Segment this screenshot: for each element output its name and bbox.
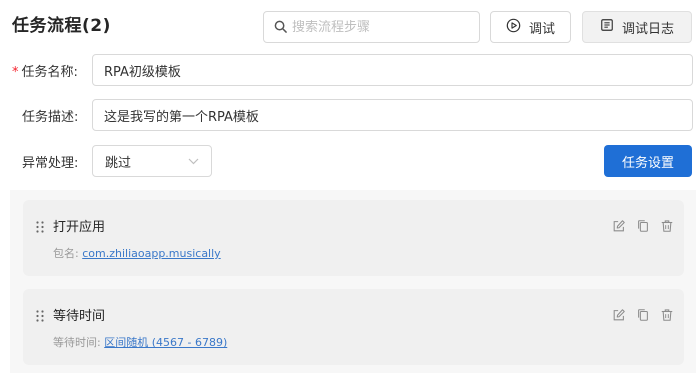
step-meta-label: 等待时间:	[53, 336, 101, 349]
debug-log-button-label: 调试日志	[621, 21, 674, 37]
step-meta-link[interactable]: com.zhiliaoapp.musically	[82, 247, 220, 260]
drag-handle-icon[interactable]	[35, 219, 45, 238]
task-name-label: * 任务名称:	[12, 65, 78, 80]
step-actions	[610, 217, 676, 235]
play-circle-icon	[506, 18, 529, 37]
copy-icon[interactable]	[634, 217, 652, 235]
required-mark: *	[12, 65, 19, 80]
task-desc-row: 任务描述:	[0, 99, 696, 131]
edit-icon[interactable]	[610, 217, 628, 235]
debug-log-button[interactable]: 调试日志	[582, 11, 692, 43]
task-settings-button[interactable]: 任务设置	[604, 145, 692, 177]
page-title: 任务流程(2)	[12, 16, 111, 36]
drag-handle-icon[interactable]	[35, 308, 45, 327]
task-desc-label: 任务描述:	[22, 110, 79, 125]
step-list: 打开应用 包名: com.zhiliaoapp.musically 等待时间 等…	[10, 190, 696, 373]
error-handling-row: 异常处理: 跳过	[0, 145, 696, 177]
step-card[interactable]: 等待时间 等待时间: 区间随机 (4567 - 6789)	[23, 289, 684, 365]
delete-icon[interactable]	[658, 306, 676, 324]
search-box[interactable]	[263, 11, 480, 43]
task-name-row: * 任务名称:	[0, 54, 696, 86]
debug-button[interactable]: 调试	[490, 11, 571, 43]
task-name-input[interactable]	[92, 54, 693, 86]
copy-icon[interactable]	[634, 306, 652, 324]
search-icon	[274, 18, 287, 37]
step-meta: 包名: com.zhiliaoapp.musically	[53, 245, 221, 261]
step-meta-link[interactable]: 区间随机 (4567 - 6789)	[104, 336, 227, 349]
debug-button-label: 调试	[528, 21, 555, 37]
task-desc-input[interactable]	[92, 99, 693, 131]
error-handling-select[interactable]: 跳过	[92, 145, 212, 177]
chevron-down-icon	[188, 154, 199, 169]
error-handling-label: 异常处理:	[22, 156, 79, 171]
edit-icon[interactable]	[610, 306, 628, 324]
search-input[interactable]	[292, 19, 472, 35]
step-actions	[610, 306, 676, 324]
step-name: 打开应用	[53, 220, 106, 235]
step-meta-label: 包名:	[53, 247, 79, 260]
step-name: 等待时间	[53, 309, 106, 324]
step-card[interactable]: 打开应用 包名: com.zhiliaoapp.musically	[23, 200, 684, 276]
delete-icon[interactable]	[658, 217, 676, 235]
step-count: (2)	[82, 16, 111, 36]
error-handling-value: 跳过	[105, 155, 132, 171]
step-meta: 等待时间: 区间随机 (4567 - 6789)	[53, 334, 227, 350]
log-icon	[600, 18, 622, 36]
header: 任务流程(2) 调试 调试日志	[0, 0, 696, 50]
